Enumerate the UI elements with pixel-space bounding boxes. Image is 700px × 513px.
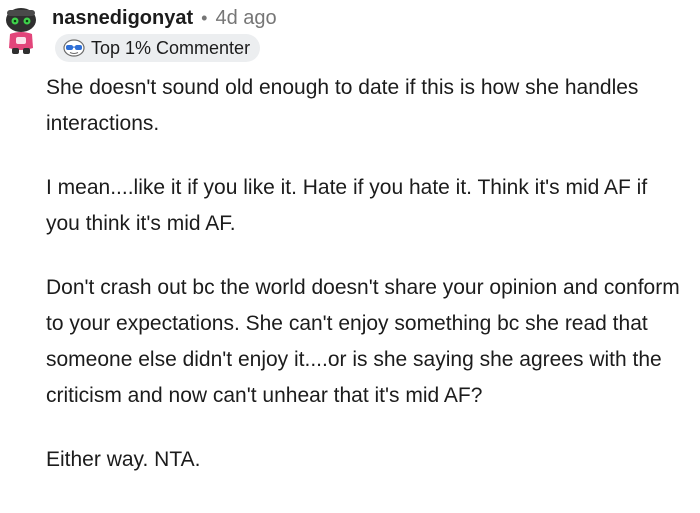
- username-link[interactable]: nasnedigonyat: [52, 7, 193, 30]
- comment-paragraph: Don't crash out bc the world doesn't sha…: [46, 276, 680, 407]
- sunglasses-badge-icon: [63, 39, 85, 57]
- meta-separator: •: [201, 7, 208, 28]
- user-avatar[interactable]: [2, 4, 42, 56]
- comment-header: nasnedigonyat • 4d ago: [52, 6, 277, 30]
- avatar-snoo-icon: [6, 8, 36, 54]
- comment-paragraph: She doesn't sound old enough to date if …: [46, 76, 639, 135]
- flair-label: Top 1% Commenter: [91, 37, 251, 58]
- comment-paragraph: Either way. NTA.: [46, 448, 201, 471]
- comment-body: She doesn't sound old enough to date if …: [46, 70, 686, 506]
- comment-paragraph: I mean....like it if you like it. Hate i…: [46, 176, 648, 235]
- user-flair-badge: Top 1% Commenter: [55, 34, 261, 62]
- comment: nasnedigonyat • 4d ago Top 1% Commenter …: [0, 0, 700, 513]
- comment-timestamp[interactable]: 4d ago: [215, 7, 276, 30]
